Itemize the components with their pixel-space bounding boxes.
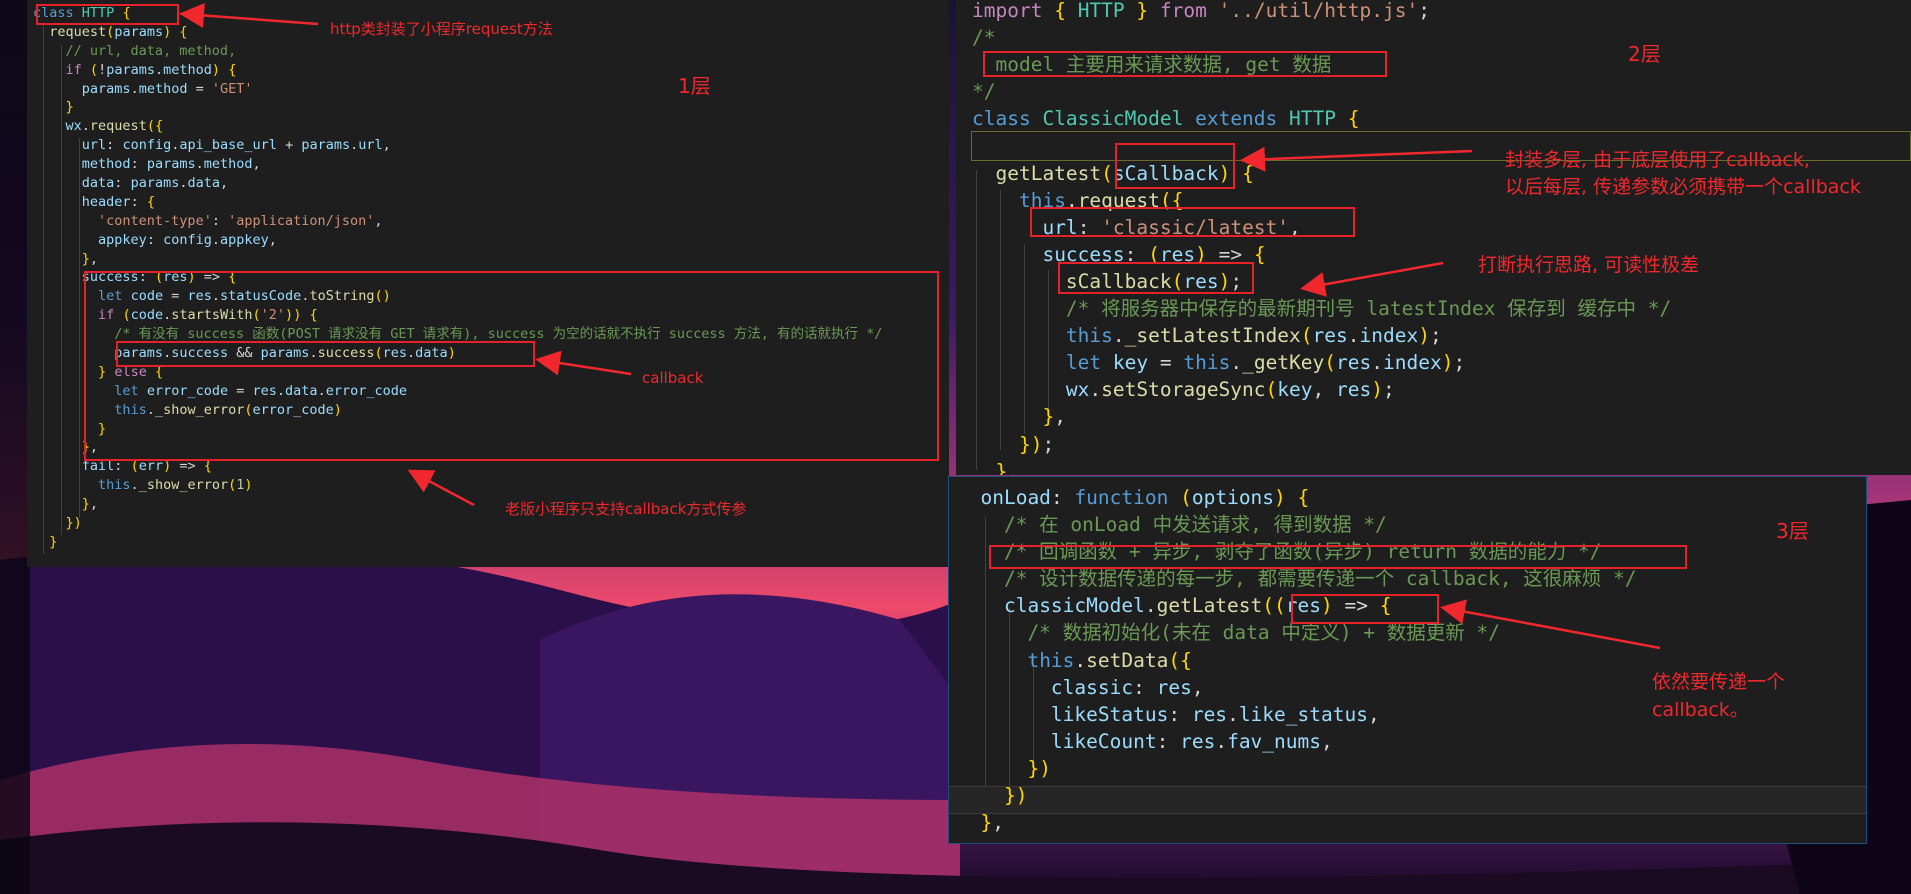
highlight-res-arrow [1291, 594, 1439, 624]
layer-1-code-line: 'content-type': 'application/json', [98, 212, 383, 229]
highlight-model-comment [983, 51, 1387, 77]
annotation-callback: callback [642, 369, 704, 387]
layer-1-code-line: // url, data, method, [33, 42, 237, 59]
layer-3-code-line: }) [1003, 784, 1028, 808]
layer-2-code-line: }); [1018, 432, 1055, 456]
annotation-wrap-note-1: 封装多层, 由于底层使用了callback, [1505, 149, 1810, 171]
annotation-class-note: http类封装了小程序request方法 [330, 20, 553, 38]
layer-2-code-line: wx.setStorageSync(key, res); [1065, 378, 1395, 402]
highlight-scallback-param [1115, 143, 1235, 189]
annotation-wrap-note-2: 以后每层, 传递参数必须携带一个callback [1505, 176, 1861, 198]
layer-3-code-line: likeCount: res.fav_nums, [1050, 729, 1333, 753]
layer-1-code-line: }, [81, 250, 99, 267]
layer-1-label: 1层 [678, 74, 711, 98]
code-block-onload: onLoad: function (options) { /* 在 onLoad… [957, 484, 1637, 836]
layer-1-code-line: method: params.method, [81, 156, 261, 173]
layer-1-code-line: } [65, 99, 74, 116]
layer-1-code-line: header: { [81, 193, 155, 210]
layer-3-code-line: onLoad: function (options) { [980, 486, 1310, 509]
layer-2-code-line: }, [995, 459, 1019, 475]
layer-2-code-line: /* [972, 26, 996, 50]
layer-1-code-line: }) [65, 515, 82, 532]
layer-1-code-line: params.method = 'GET' [81, 80, 253, 97]
layer-1-code-line: appkey: config.appkey, [98, 231, 277, 248]
layer-2-code-line: let key = this._getKey(res.index); [1065, 351, 1466, 375]
layer-2-code-line: class ClassicModel extends HTTP { [972, 107, 1360, 131]
layer-3-code-line: /* 在 onLoad 中发送请求, 得到数据 */ [957, 513, 1387, 537]
layer-3-code-line: classic: res, [1050, 675, 1204, 699]
layer-1-code-line: }, [81, 496, 99, 513]
layer-2-code-line: */ [972, 80, 996, 104]
editor-panel-layer-3: onLoad: function (options) { /* 在 onLoad… [948, 476, 1867, 844]
annotation-still-note-1: 依然要传递一个 [1652, 671, 1786, 693]
highlight-params-success [116, 341, 535, 367]
highlight-class-http [36, 4, 179, 25]
layer-3-code-line: this.setData({ [1027, 648, 1192, 672]
layer-1-code-line: this._show_error(1) [98, 477, 253, 494]
layer-1-code-line: data: params.data, [81, 175, 229, 192]
layer-1-code-line: if (!params.method) { [65, 61, 237, 78]
highlight-url-line [1030, 207, 1355, 237]
layer-3-code-line: likeStatus: res.like_status, [1050, 702, 1380, 726]
layer-3-code-line: }, [980, 811, 1004, 835]
highlight-callback-comment [989, 545, 1687, 569]
annotation-still-note-2: callback。 [1652, 699, 1749, 721]
layer-3-code-line: }) [1027, 756, 1051, 780]
layer-2-code-line: this._setLatestIndex(res.index); [1065, 324, 1442, 348]
layer-2-code-line: import { HTTP } from '../util/http.js'; [972, 0, 1430, 22]
annotation-break-note: 打断执行思路, 可读性极差 [1478, 254, 1700, 276]
layer-2-code-line: /* 将服务器中保存的最新期刊号 latestIndex 保存到 缓存中 */ [972, 297, 1672, 321]
layer-1-code-line: url: config.api_base_url + params.url, [81, 137, 391, 154]
layer-3-code-line: /* 设计数据传递的每一步, 都需要传递一个 callback, 这很麻烦 */ [957, 567, 1637, 591]
highlight-scallback-call [1058, 262, 1254, 294]
layer-2-code-line: }, [1042, 405, 1066, 429]
layer-1-code-line: } [49, 533, 58, 550]
layer-1-code-line: wx.request({ [65, 118, 164, 135]
layer-3-label: 3层 [1776, 519, 1809, 543]
annotation-old-miniprogram: 老版小程序只支持callback方式传参 [505, 500, 747, 518]
layer-2-label: 2层 [1628, 42, 1661, 66]
